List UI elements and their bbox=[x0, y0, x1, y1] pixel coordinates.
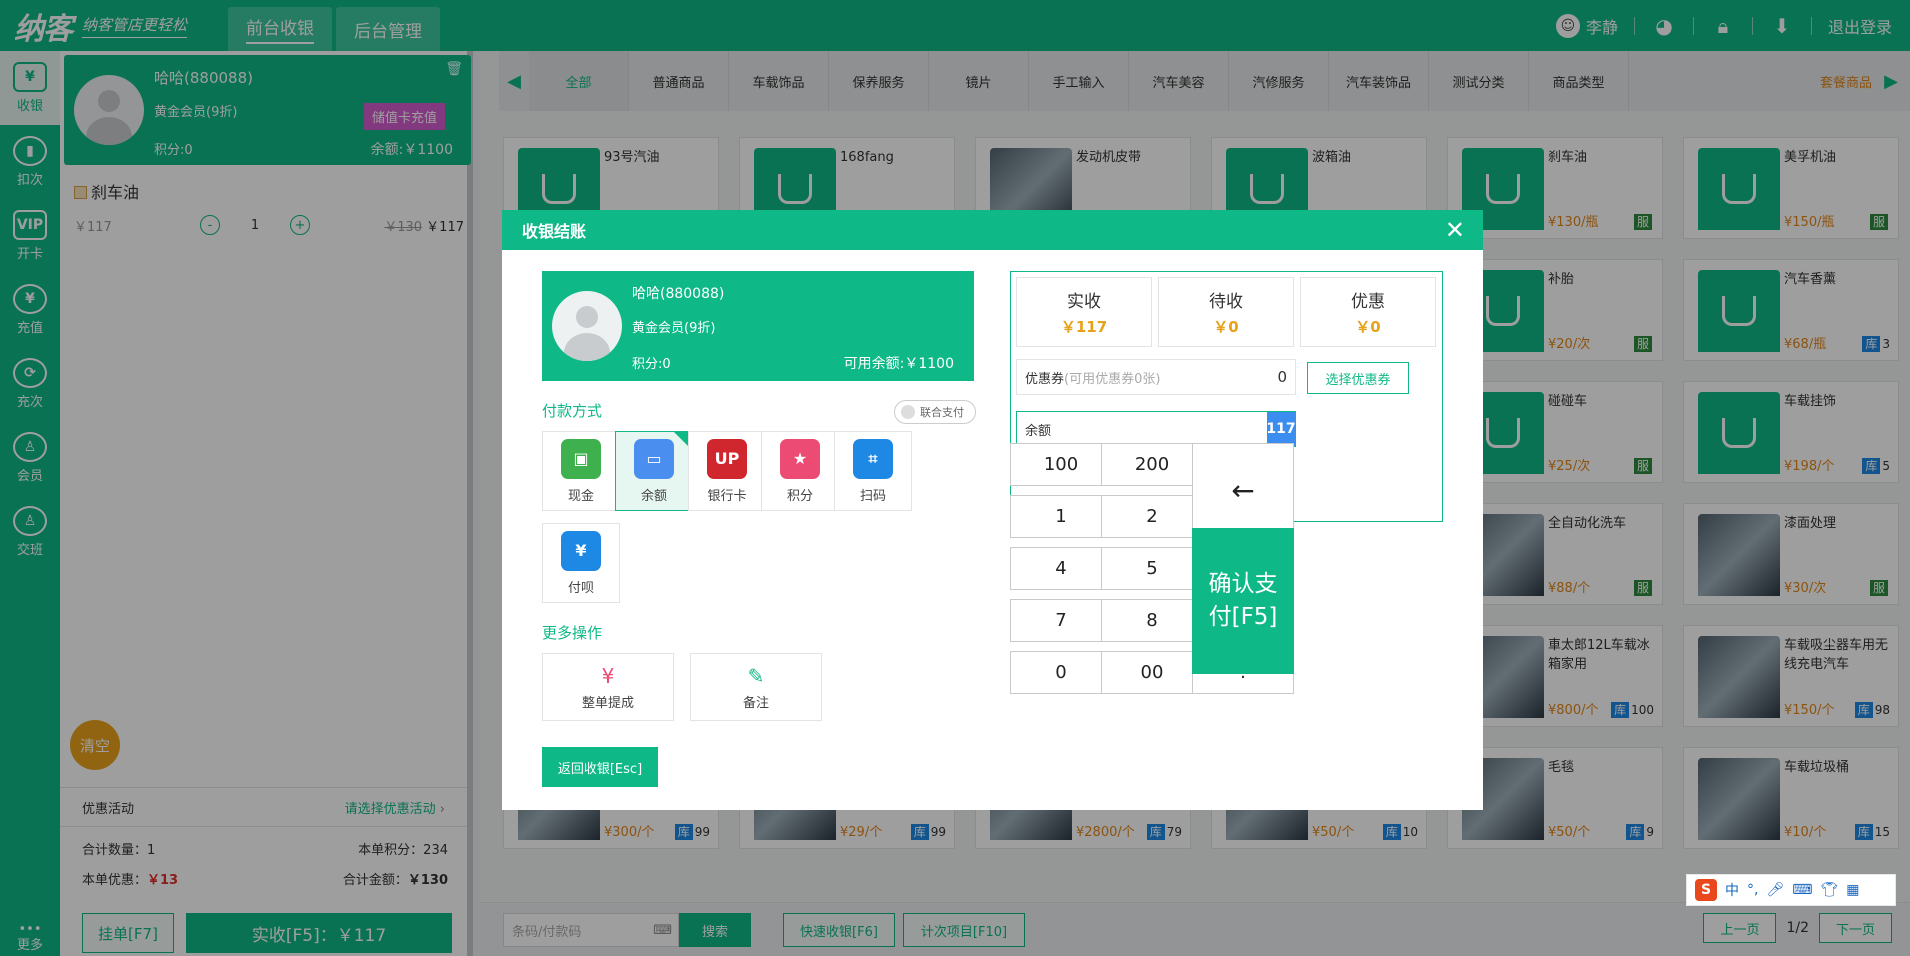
pay-method-icon: ▣ bbox=[561, 438, 601, 479]
commission-button[interactable]: ¥ 整单提成 bbox=[542, 653, 674, 721]
pay-method-icon: ⌗ bbox=[853, 438, 893, 479]
keypad-key[interactable]: 100 bbox=[1010, 443, 1112, 486]
edit-icon: ✎ bbox=[747, 663, 765, 688]
balance-input-value[interactable]: 117 bbox=[1266, 412, 1296, 446]
toggle-icon bbox=[901, 405, 915, 419]
pay-method-label: 现金 bbox=[567, 488, 594, 504]
modal-member-available: 可用余额:￥1100 bbox=[843, 356, 954, 372]
pay-section-title: 付款方式 bbox=[542, 402, 603, 420]
pay-method[interactable]: ▭ 余额 bbox=[615, 431, 693, 511]
pay-method-label: 积分 bbox=[786, 488, 813, 504]
checkout-modal: 收银结账 ✕ 哈哈(880088) 黄金会员(9折) 积分:0 可用余额:￥11… bbox=[502, 210, 1483, 810]
pay-method[interactable]: ¥ 付呗 bbox=[542, 523, 620, 603]
ime-logo-icon: S bbox=[1695, 879, 1717, 901]
balance-input[interactable]: 余额 117 bbox=[1016, 411, 1296, 447]
keypad-key[interactable]: 5 bbox=[1101, 547, 1203, 590]
modal-member-card: 哈哈(880088) 黄金会员(9折) 积分:0 可用余额:￥1100 bbox=[542, 271, 974, 381]
discount-box-value: ￥0 bbox=[1355, 318, 1381, 336]
keypad-key[interactable]: 0 bbox=[1010, 651, 1112, 694]
pay-method[interactable]: ★ 积分 bbox=[761, 431, 839, 511]
pay-method-icon: ★ bbox=[780, 438, 820, 479]
discount-box: 优惠 ￥0 bbox=[1300, 277, 1436, 347]
modal-member-level: 黄金会员(9折) bbox=[632, 321, 716, 336]
commission-icon: ¥ bbox=[601, 663, 615, 688]
keypad-key[interactable]: 7 bbox=[1010, 599, 1112, 642]
remark-button[interactable]: ✎ 备注 bbox=[690, 653, 822, 721]
pending-value: ￥0 bbox=[1213, 318, 1239, 336]
backspace-key[interactable]: ← bbox=[1192, 443, 1294, 537]
keyboard-icon[interactable]: ⌨ bbox=[1792, 882, 1812, 898]
pay-method-label: 付呗 bbox=[567, 580, 594, 596]
modal-header: 收银结账 ✕ bbox=[502, 210, 1483, 250]
pay-method-label: 扫码 bbox=[859, 488, 886, 504]
keypad-key[interactable]: 200 bbox=[1101, 443, 1203, 486]
keypad-key[interactable]: 1 bbox=[1010, 495, 1112, 538]
actual-value: ￥117 bbox=[1060, 318, 1108, 336]
pay-method-icon: UP bbox=[707, 438, 747, 479]
combo-pay-toggle[interactable]: 联合支付 bbox=[894, 400, 976, 424]
pay-method-label: 银行卡 bbox=[707, 488, 747, 504]
pending-box: 待收 ￥0 bbox=[1158, 277, 1294, 347]
select-coupon-button[interactable]: 选择优惠券 bbox=[1307, 362, 1409, 394]
coupon-field[interactable]: 优惠券 (可用优惠券0张) 0 bbox=[1016, 359, 1296, 395]
pay-method-icon: ▭ bbox=[634, 438, 674, 479]
pay-method-icon: ¥ bbox=[561, 530, 601, 571]
punctuation-icon[interactable]: °, bbox=[1747, 882, 1758, 898]
keypad-key[interactable]: 2 bbox=[1101, 495, 1203, 538]
modal-member-avatar bbox=[552, 291, 622, 361]
coupon-value: 0 bbox=[1277, 368, 1287, 386]
pay-method-label: 余额 bbox=[640, 488, 667, 504]
modal-member-name: 哈哈(880088) bbox=[632, 286, 725, 302]
modal-title: 收银结账 bbox=[522, 222, 587, 241]
arrow-left-icon: ← bbox=[1231, 473, 1255, 507]
ime-toolbar[interactable]: S 中 °, 🎤︎ ⌨ 👕︎ ▦ bbox=[1686, 874, 1896, 906]
close-icon[interactable]: ✕ bbox=[1445, 216, 1465, 244]
back-to-cashier-button[interactable]: 返回收银[Esc] bbox=[542, 747, 658, 787]
actual-box: 实收 ￥117 bbox=[1016, 277, 1152, 347]
modal-member-points: 积分:0 bbox=[632, 357, 671, 372]
keypad-key[interactable]: 4 bbox=[1010, 547, 1112, 590]
keypad-key[interactable]: 8 bbox=[1101, 599, 1203, 642]
keypad-key[interactable]: 00 bbox=[1101, 651, 1203, 694]
pay-method[interactable]: ▣ 现金 bbox=[542, 431, 620, 511]
more-ops-title: 更多操作 bbox=[542, 624, 603, 642]
skin-icon[interactable]: 👕︎ bbox=[1820, 882, 1838, 898]
mic-icon[interactable]: 🎤︎ bbox=[1766, 882, 1784, 898]
pay-method[interactable]: ⌗ 扫码 bbox=[834, 431, 912, 511]
grid-icon[interactable]: ▦ bbox=[1846, 882, 1859, 898]
confirm-pay-button[interactable]: 确认支付[F5] bbox=[1192, 528, 1294, 674]
pay-method[interactable]: UP 银行卡 bbox=[688, 431, 766, 511]
